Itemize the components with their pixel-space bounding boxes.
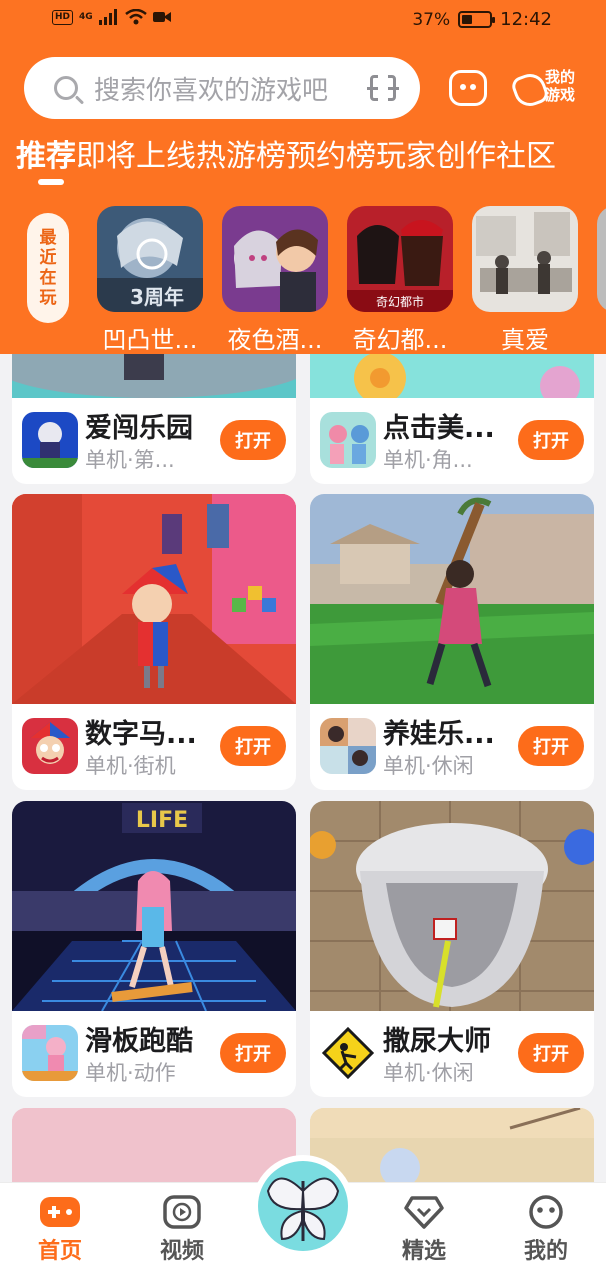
recent-label-char: 近 [39, 248, 57, 268]
network-type: 4G [79, 12, 93, 22]
signal-icon [98, 9, 117, 25]
game-cover [310, 801, 594, 1011]
center-feature-button[interactable] [252, 1155, 354, 1257]
open-button[interactable]: 打开 [220, 420, 286, 460]
game-tags: 单机·角... [383, 448, 473, 472]
game-title: 撒尿大师 [383, 1026, 491, 1057]
recent-game[interactable]: 奇幻都市 奇幻都... [347, 206, 453, 354]
nav-label: 精选 [401, 1239, 446, 1264]
game-cover [12, 494, 296, 704]
game-thumbnail: 奇幻都市 [347, 206, 453, 312]
nav-home[interactable]: 首页 [20, 1195, 100, 1265]
game-card[interactable]: 养娃乐... 单机·休闲 打开 [310, 494, 594, 790]
game-icon [22, 718, 78, 774]
game-tags: 单机·动作 [85, 1061, 176, 1085]
recent-game-name: 空 [597, 320, 606, 354]
game-thumbnail: 3周年 [97, 206, 203, 312]
wifi-icon [124, 9, 147, 25]
open-button[interactable]: 打开 [220, 726, 286, 766]
tab-upcoming[interactable]: 即将上线 [76, 131, 196, 175]
recent-label-char: 最 [39, 228, 57, 248]
heart-diamond-icon [404, 1196, 444, 1229]
tab-indicator [38, 179, 64, 185]
recent-badge: 3周年 [130, 285, 184, 309]
game-card[interactable]: 数字马... 单机·街机 打开 [12, 494, 296, 790]
recent-played-label: 最近在玩 [27, 213, 69, 323]
nav-label: 首页 [37, 1239, 82, 1264]
recent-game-name: 奇幻都... [352, 326, 448, 354]
battery-fill [462, 15, 472, 24]
recent-game-name: 夜色酒... [227, 326, 323, 354]
status-bar: HD 4G 37% 12:42 [0, 0, 606, 40]
recent-game[interactable]: 3周年 凹凸世... [97, 206, 203, 354]
recent-game-name: 凹凸世... [102, 326, 198, 354]
tab-hot[interactable]: 热游榜 [196, 131, 286, 175]
game-cover [310, 494, 594, 704]
face-icon [529, 1195, 563, 1229]
tab-player-creation[interactable]: 玩家创作 [376, 131, 496, 175]
cover-sign: LIFE [136, 808, 188, 833]
recent-badge: 奇幻都市 [376, 294, 424, 309]
recent-game[interactable]: 真爱 [472, 206, 578, 354]
open-button[interactable]: 打开 [518, 420, 584, 460]
scan-icon[interactable] [367, 73, 399, 103]
gamepad-icon [40, 1197, 80, 1227]
game-title: 爱闯乐园 [85, 413, 193, 444]
game-card[interactable]: 撒尿大师 单机·休闲 打开 [310, 801, 594, 1097]
camera-icon [152, 12, 171, 22]
nav-mine[interactable]: 我的 [506, 1195, 586, 1265]
search-icon [54, 76, 78, 100]
game-title: 数字马... [85, 719, 197, 750]
game-cover: LIFE [12, 801, 296, 1012]
game-icon [320, 718, 376, 774]
recent-label-char: 在 [39, 268, 57, 288]
category-tabs: 推荐 即将上线 热游榜 预约榜 玩家创作 社区 [16, 131, 556, 175]
recent-label-char: 玩 [39, 288, 57, 308]
tab-reservation[interactable]: 预约榜 [286, 131, 376, 175]
game-icon [22, 412, 78, 468]
game-thumbnail [597, 206, 606, 312]
my-games-label: 我的游戏 [545, 68, 576, 104]
nav-video[interactable]: 视频 [142, 1195, 222, 1265]
hd-icon: HD [52, 9, 74, 25]
open-button[interactable]: 打开 [220, 1033, 286, 1073]
nav-label: 我的 [523, 1239, 568, 1264]
battery-icon [458, 11, 496, 28]
search-input[interactable]: 搜索你喜欢的游戏吧 [94, 70, 328, 107]
battery-percent: 37% [412, 9, 451, 30]
game-icon [22, 1025, 78, 1081]
clock: 12:42 [500, 9, 552, 30]
game-title: 养娃乐... [383, 719, 495, 750]
my-games-button[interactable]: 我的游戏 [509, 66, 586, 112]
game-tags: 单机·休闲 [383, 1061, 474, 1085]
header: HD 4G 37% 12:42 搜索你喜欢的游戏吧 我的游戏 推荐 即将上线 热… [0, 0, 606, 354]
tab-recommend[interactable]: 推荐 [16, 131, 76, 175]
message-icon[interactable] [449, 70, 487, 106]
game-tags: 单机·街机 [85, 754, 176, 778]
search-bar[interactable]: 搜索你喜欢的游戏吧 [24, 57, 420, 119]
play-icon [163, 1195, 201, 1229]
open-button[interactable]: 打开 [518, 1033, 584, 1073]
game-icon [320, 1025, 376, 1081]
game-tags: 单机·第... [85, 448, 175, 472]
game-thumbnail [472, 206, 578, 312]
recent-game-name: 真爱 [501, 326, 549, 354]
recent-game[interactable]: 夜色酒... [222, 206, 328, 354]
open-button[interactable]: 打开 [518, 726, 584, 766]
game-title: 滑板跑酷 [85, 1026, 193, 1057]
game-tags: 单机·休闲 [383, 754, 474, 778]
game-card[interactable]: LIFE 滑板跑酷 单机·动作 打开 [12, 801, 296, 1097]
nav-featured[interactable]: 精选 [384, 1195, 464, 1265]
tab-community[interactable]: 社区 [496, 131, 556, 175]
recent-game[interactable]: 空 [597, 206, 606, 354]
game-title: 点击美... [383, 413, 495, 444]
nav-label: 视频 [159, 1239, 204, 1264]
butterfly-icon [258, 1161, 348, 1251]
game-icon [320, 412, 376, 468]
game-thumbnail [222, 206, 328, 312]
